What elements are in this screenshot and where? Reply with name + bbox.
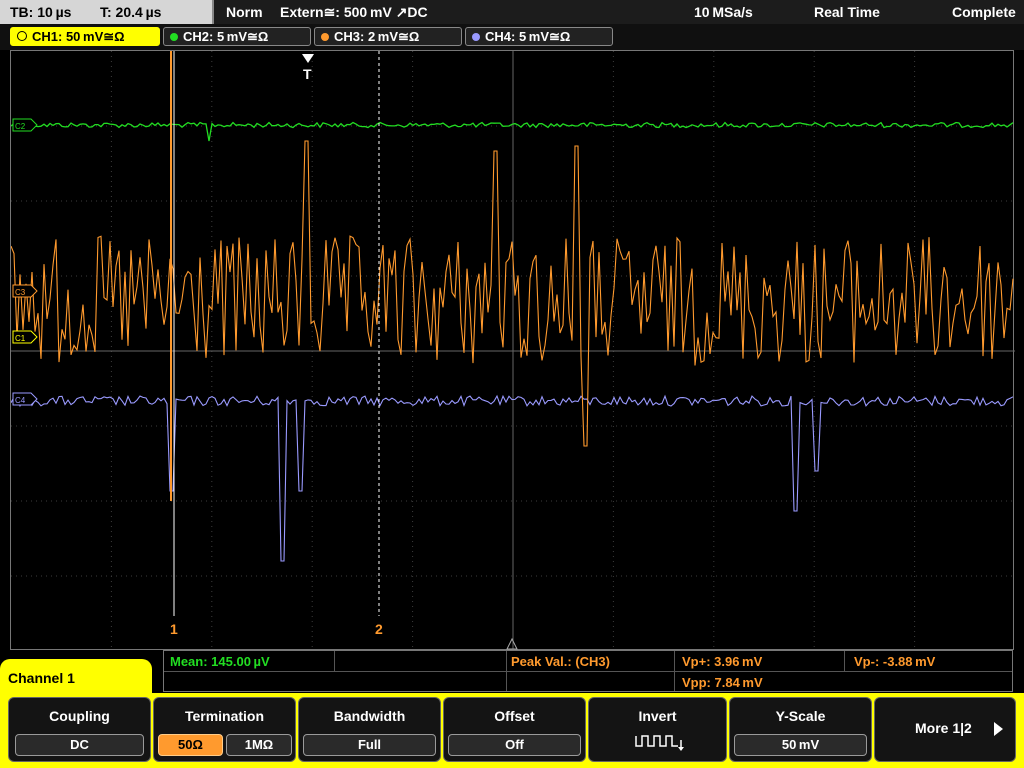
peak-label[interactable]: Peak Val.: (CH3) [511, 654, 610, 669]
softkey-bar: Coupling DC Termination 50Ω 1MΩ Bandwidt… [0, 693, 1024, 768]
svg-text:C3: C3 [15, 288, 26, 297]
yscale-value[interactable]: 50 mV [734, 734, 867, 756]
tab-ch1-label: CH1: 50 mV≅Ω [32, 29, 125, 44]
termination-50ohm-option[interactable]: 50Ω [158, 734, 223, 756]
trigger-marker: T [303, 66, 312, 82]
ch2-level-marker[interactable]: C2 [12, 118, 38, 132]
tab-ch3[interactable]: CH3: 2 mV≅Ω [314, 27, 462, 46]
ch2-indicator-icon [170, 33, 178, 41]
yscale-softkey[interactable]: Y-Scale 50 mV [729, 697, 872, 762]
more-label: More 1|2 [915, 720, 972, 736]
offset-softkey[interactable]: Offset Off [443, 697, 586, 762]
ch4-waveform [11, 394, 1014, 562]
meas-divider-3 [674, 651, 675, 691]
ch4-indicator-icon [472, 33, 480, 41]
offset-title: Offset [494, 708, 535, 724]
bandwidth-value[interactable]: Full [303, 734, 436, 756]
termination-softkey[interactable]: Termination 50Ω 1MΩ [153, 697, 296, 762]
graticule-grid [11, 51, 1015, 651]
acquisition-mode: Real Time [814, 4, 880, 20]
channel-tabs: CH1: 50 mV≅Ω CH2: 5 mV≅Ω CH3: 2 mV≅Ω CH4… [0, 24, 1024, 50]
offset-value[interactable]: Off [448, 734, 581, 756]
svg-text:C2: C2 [15, 122, 26, 131]
sample-rate: 10 MSa/s [694, 4, 753, 20]
invert-title: Invert [638, 708, 677, 724]
invert-softkey[interactable]: Invert [588, 697, 727, 762]
tab-ch2-label: CH2: 5 mV≅Ω [183, 29, 269, 44]
invert-waveform-icon [635, 735, 684, 751]
measurement-panel: Mean: 145.00 µV Peak Val.: (CH3) Vp+: 3.… [163, 650, 1013, 692]
status-bar: TB: 10 µs T: 20.4 µs Norm Extern≅: 500 m… [0, 0, 1024, 24]
trigger-position-value: T: 20.4 µs [100, 4, 162, 20]
tab-ch2[interactable]: CH2: 5 mV≅Ω [163, 27, 311, 46]
waveform-display[interactable]: 1 2 T C2 C3 C1 C4 [10, 50, 1015, 651]
bandwidth-softkey[interactable]: Bandwidth Full [298, 697, 441, 762]
svg-text:C4: C4 [15, 396, 26, 405]
ch2-waveform [11, 121, 1014, 142]
ch4-level-marker[interactable]: C4 [12, 392, 38, 406]
meas-divider-h [164, 671, 1012, 672]
timebase-value: TB: 10 µs [10, 4, 72, 20]
vp-plus-value: Vp+: 3.96 mV [682, 654, 763, 669]
ch3-indicator-icon [321, 33, 329, 41]
trigger-source[interactable]: Extern≅: 500 mV ↗DC [280, 0, 428, 24]
tab-ch1[interactable]: CH1: 50 mV≅Ω [10, 27, 160, 46]
tab-ch3-label: CH3: 2 mV≅Ω [334, 29, 420, 44]
coupling-value[interactable]: DC [15, 734, 144, 756]
meas-divider-1 [334, 651, 335, 671]
waveform-svg: 1 2 T C2 C3 C1 C4 [11, 51, 1015, 651]
timebase-panel[interactable]: TB: 10 µs T: 20.4 µs [0, 0, 214, 24]
meas-divider-4 [844, 651, 845, 671]
bandwidth-title: Bandwidth [333, 708, 406, 724]
coupling-title: Coupling [49, 708, 110, 724]
ch3-level-marker[interactable]: C3 [12, 284, 38, 298]
ch1-level-marker[interactable]: C1 [12, 330, 38, 344]
trigger-mode[interactable]: Norm [226, 0, 263, 24]
mean-measurement[interactable]: Mean: 145.00 µV [170, 654, 270, 669]
yscale-title: Y-Scale [775, 708, 826, 724]
more-softkey[interactable]: More 1|2 [874, 697, 1016, 762]
vpp-value: Vpp: 7.84 mV [682, 675, 763, 690]
cursor-2-label: 2 [375, 621, 383, 637]
tab-ch4[interactable]: CH4: 5 mV≅Ω [465, 27, 613, 46]
ground-ref-icon [506, 637, 518, 650]
acquisition-state: Complete [952, 4, 1016, 20]
vp-minus-value: Vp-: -3.88 mV [854, 654, 936, 669]
cursor-1-label: 1 [170, 621, 178, 637]
ch1-indicator-icon [17, 31, 27, 41]
arrow-right-icon [994, 722, 1003, 736]
svg-text:C1: C1 [15, 334, 26, 343]
coupling-softkey[interactable]: Coupling DC [8, 697, 151, 762]
termination-1mohm-option[interactable]: 1MΩ [226, 734, 292, 756]
tab-ch4-label: CH4: 5 mV≅Ω [485, 29, 571, 44]
termination-title: Termination [184, 708, 265, 724]
meas-divider-2 [506, 651, 507, 691]
